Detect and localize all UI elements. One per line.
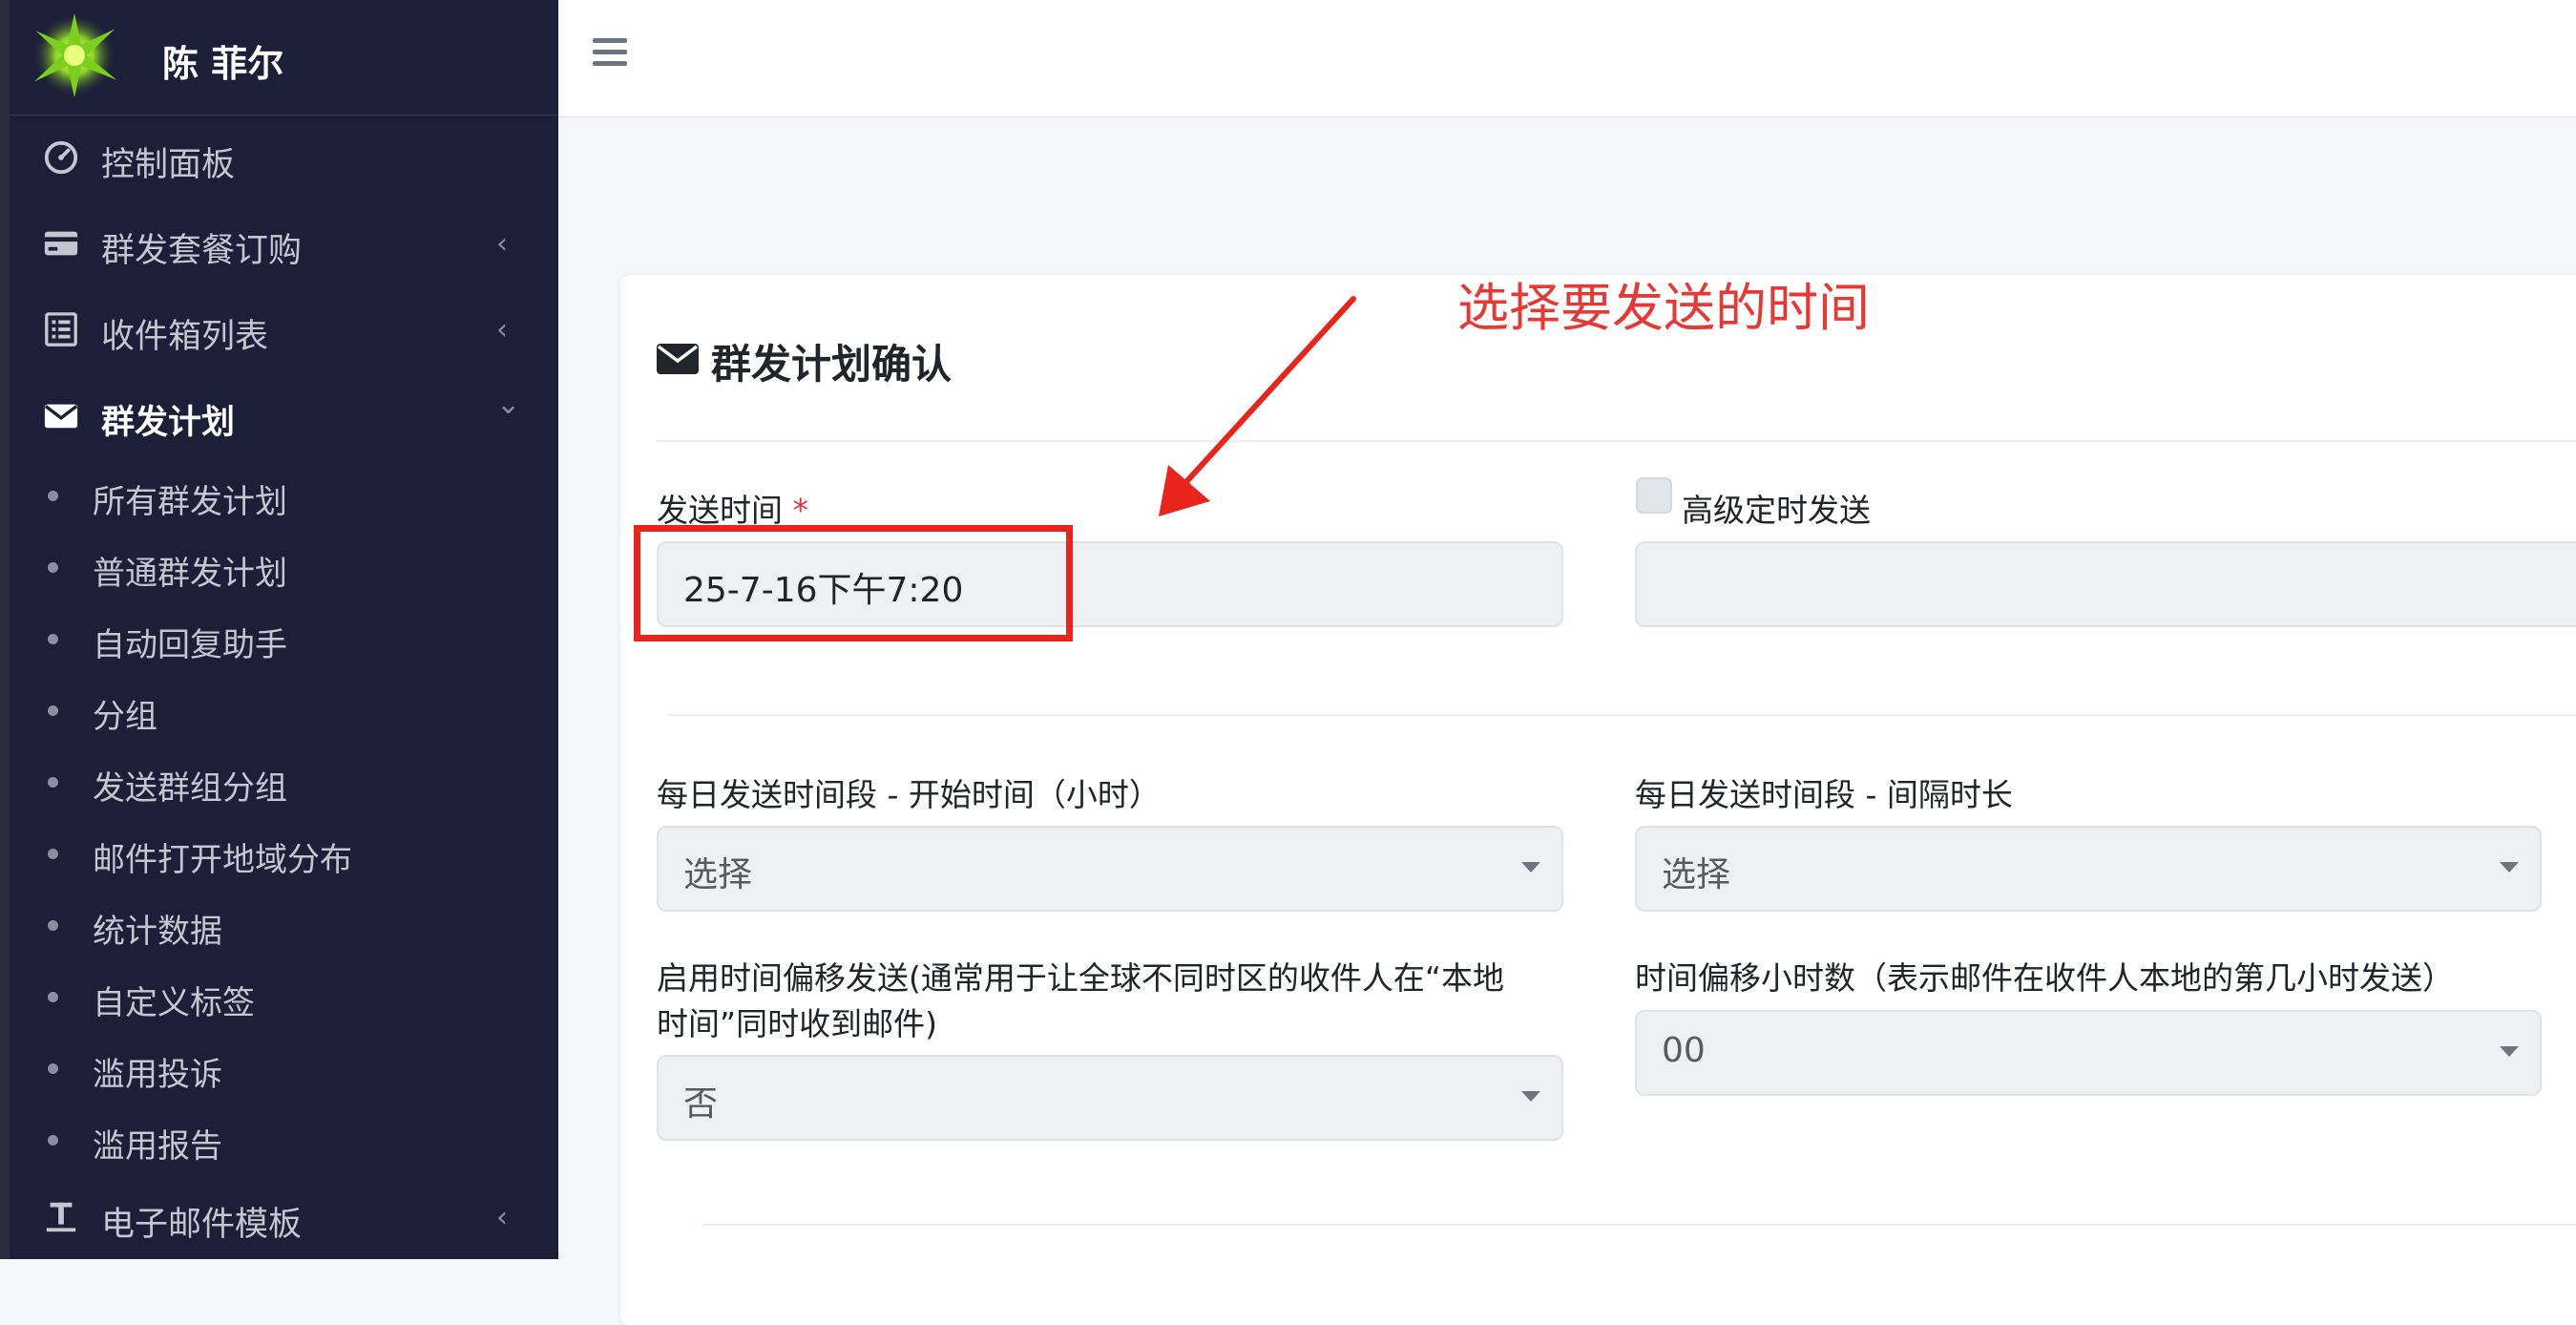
sidebar-subitem-statistics[interactable]: 统计数据: [10, 897, 558, 955]
divider: [702, 1224, 2576, 1226]
sidebar-item-mass-plan[interactable]: 群发计划 ⌄: [10, 382, 558, 449]
page-title: 群发计划确认: [711, 341, 953, 388]
offset-enable-select[interactable]: 否: [657, 1055, 1563, 1141]
sidebar-subitem-label: 统计数据: [93, 913, 222, 951]
send-time-label: 发送时间 *: [657, 485, 808, 531]
advanced-schedule-label: 高级定时发送: [1682, 492, 1871, 529]
sidebar-item-dashboard[interactable]: 控制面板: [10, 124, 558, 191]
offset-enable-label-line1: 启用时间偏移发送(通常用于让全球不同时区的收件人在“本地: [657, 959, 1504, 997]
sidebar-subitem-label: 自定义标签: [93, 984, 255, 1022]
sidebar-subitem-label: 滥用报告: [93, 1127, 222, 1166]
sidebar-subitem-label: 自动回复助手: [93, 626, 287, 664]
annotation-text: 选择要发送的时间: [1457, 278, 1870, 338]
sidebar-item-label: 群发套餐订购: [101, 232, 303, 270]
bullet-icon: [48, 491, 58, 501]
sidebar-item-label: 收件箱列表: [101, 318, 269, 356]
annotation-highlight-box: [634, 525, 1073, 641]
divider: [668, 714, 2576, 716]
offset-enable-value: 否: [683, 1084, 719, 1124]
list-icon: [45, 312, 77, 347]
sidebar-subitem-all-plans[interactable]: 所有群发计划: [10, 468, 558, 525]
sidebar-subitem-groups[interactable]: 分组: [10, 683, 558, 740]
sidebar-subitem-label: 邮件打开地域分布: [93, 841, 352, 879]
chevron-left-icon: ‹: [496, 1201, 508, 1234]
caret-down-icon: [1521, 862, 1540, 873]
sidebar-item-label: 控制面板: [101, 146, 236, 184]
offset-hours-value: 00: [1662, 1031, 1706, 1070]
sidebar-subitem-label: 所有群发计划: [93, 483, 287, 521]
sidebar-item-label: 群发计划: [101, 404, 236, 442]
bullet-icon: [48, 562, 58, 573]
sidebar-subitem-abuse-complaints[interactable]: 滥用投诉: [10, 1041, 558, 1098]
bullet-icon: [48, 920, 58, 931]
top-bar: [558, 0, 2576, 117]
sidebar-subitem-auto-reply[interactable]: 自动回复助手: [10, 611, 558, 668]
daily-start-label: 每日发送时间段 - 开始时间（小时）: [657, 776, 1161, 813]
daily-interval-select[interactable]: 选择: [1635, 826, 2542, 912]
sidebar-item-inbox-list[interactable]: 收件箱列表 ‹: [10, 296, 558, 363]
daily-start-select[interactable]: 选择: [657, 826, 1563, 912]
text-format-icon: [46, 1202, 76, 1232]
sidebar-item-package-order[interactable]: 群发套餐订购 ‹: [10, 210, 558, 277]
divider: [657, 440, 2576, 442]
sidebar-subitem-label: 发送群组分组: [93, 769, 287, 808]
required-mark: *: [792, 492, 809, 529]
credit-card-icon: [44, 231, 78, 256]
caret-down-icon: [2500, 862, 2519, 873]
sidebar-subitem-open-geo[interactable]: 邮件打开地域分布: [10, 826, 558, 883]
chevron-left-icon: ‹: [496, 227, 508, 261]
caret-down-icon: [2500, 1046, 2519, 1057]
caret-down-icon: [1521, 1091, 1540, 1102]
sidebar-brand: 陈 菲尔: [10, 0, 558, 116]
sidebar-subitem-abuse-reports[interactable]: 滥用报告: [10, 1112, 558, 1169]
advanced-schedule-input[interactable]: [1635, 541, 2576, 627]
sidebar-subitem-normal-plans[interactable]: 普通群发计划: [10, 539, 558, 597]
sidebar-subitem-label: 分组: [93, 698, 157, 736]
bullet-icon: [48, 777, 58, 788]
sidebar-subitem-label: 滥用投诉: [93, 1056, 222, 1094]
bullet-icon: [48, 1063, 58, 1074]
sidebar-subitem-label: 普通群发计划: [93, 555, 287, 593]
offset-enable-label-line2: 时间”同时收到邮件): [657, 1005, 937, 1042]
menu-toggle-icon[interactable]: [593, 38, 627, 71]
sidebar-item-label: 电子邮件模板: [101, 1206, 303, 1244]
send-time-label-text: 发送时间: [657, 492, 783, 529]
bullet-icon: [48, 849, 58, 859]
envelope-icon: [657, 344, 699, 374]
chevron-left-icon: ‹: [496, 313, 508, 347]
envelope-icon: [44, 404, 78, 429]
annotation-arrow-icon: [1159, 296, 1356, 516]
sidebar-item-email-templates[interactable]: 电子邮件模板 ‹: [10, 1184, 558, 1251]
dashboard-gauge-icon: [44, 140, 78, 175]
offset-hours-select[interactable]: 00: [1635, 1010, 2542, 1096]
sidebar-subitem-send-group[interactable]: 发送群组分组: [10, 754, 558, 811]
user-name[interactable]: 陈 菲尔: [162, 34, 283, 87]
bullet-icon: [48, 1135, 58, 1146]
advanced-schedule-checkbox[interactable]: [1636, 477, 1672, 514]
bullet-icon: [48, 634, 58, 644]
chevron-down-icon: ⌄: [496, 388, 521, 421]
bullet-icon: [48, 992, 58, 1002]
avatar[interactable]: [31, 11, 118, 99]
daily-interval-value: 选择: [1662, 855, 1731, 894]
sidebar-subitem-custom-tags[interactable]: 自定义标签: [10, 969, 558, 1026]
offset-hours-label: 时间偏移小时数（表示邮件在收件人本地的第几小时发送）: [1635, 959, 2454, 997]
daily-interval-label: 每日发送时间段 - 间隔时长: [1635, 776, 2013, 813]
daily-start-value: 选择: [683, 855, 753, 894]
sidebar: 陈 菲尔 控制面板 群发套餐订购 ‹ 收件箱列表 ‹ 群发计划 ⌄ 所有群发计划…: [0, 0, 558, 1259]
bullet-icon: [48, 705, 58, 716]
